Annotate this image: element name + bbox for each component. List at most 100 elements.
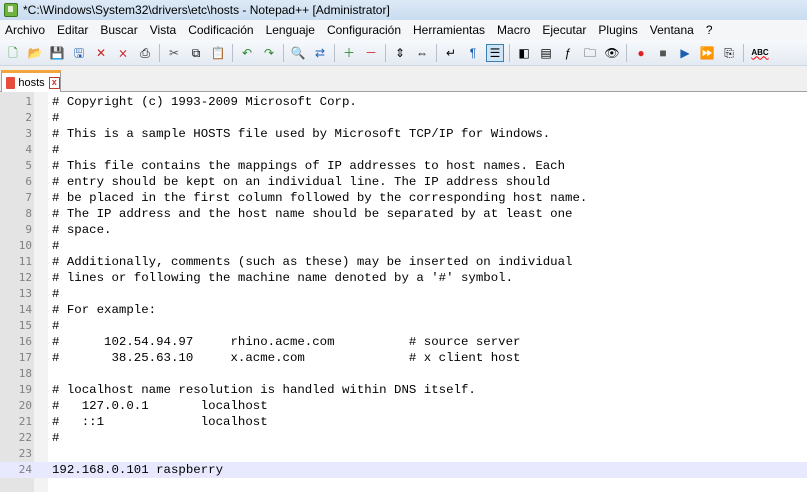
menu-codificación[interactable]: Codificación [183, 23, 260, 37]
editor-line[interactable]: 2 # [0, 110, 807, 126]
editor-line[interactable]: 4 # [0, 142, 807, 158]
editor-line[interactable]: 1 # Copyright (c) 1993-2009 Microsoft Cor… [0, 94, 807, 110]
sync-horizontal-icon[interactable]: ⇔ [413, 44, 431, 62]
line-text[interactable]: # [52, 286, 59, 302]
paste-icon[interactable]: 📋 [209, 44, 227, 62]
new-file-icon[interactable]: 🗋 [4, 44, 22, 62]
line-text[interactable]: # Copyright (c) 1993-2009 Microsoft Corp… [52, 94, 357, 110]
editor-line[interactable]: 22 # [0, 430, 807, 446]
notepadpp-app-icon[interactable] [4, 3, 18, 17]
save-icon[interactable]: 💾 [48, 44, 66, 62]
line-text[interactable]: # space. [52, 222, 112, 238]
line-text[interactable]: # localhost name resolution is handled w… [52, 382, 476, 398]
editor-line[interactable]: 9 # space. [0, 222, 807, 238]
zoom-in-icon[interactable]: ＋ [340, 44, 358, 62]
line-text[interactable]: # be placed in the first column followed… [52, 190, 587, 206]
editor-line[interactable]: 7 # be placed in the first column followe… [0, 190, 807, 206]
undo-icon[interactable]: ↶ [238, 44, 256, 62]
toolbar-separator [232, 43, 233, 62]
function-list-icon[interactable]: ƒ [559, 44, 577, 62]
menu-vista[interactable]: Vista [145, 23, 183, 37]
line-number: 9 [25, 223, 32, 236]
menu-buscar[interactable]: Buscar [95, 23, 144, 37]
copy-icon[interactable]: ⧉ [187, 44, 205, 62]
spellcheck-icon[interactable]: ABC [749, 44, 771, 62]
doc-map-icon[interactable]: ▤ [537, 44, 555, 62]
editor-line[interactable]: 18 [0, 366, 807, 382]
menu-editar[interactable]: Editar [52, 23, 95, 37]
monitoring-icon[interactable]: 👁 [603, 44, 621, 62]
editor-line[interactable]: 14 # For example: [0, 302, 807, 318]
user-defined-language-icon[interactable]: ◧ [515, 44, 533, 62]
print-icon[interactable]: ⎙ [136, 44, 154, 62]
menu-ventana[interactable]: Ventana [645, 23, 701, 37]
line-text[interactable]: # entry should be kept on an individual … [52, 174, 550, 190]
line-text[interactable]: # lines or following the machine name de… [52, 270, 513, 286]
line-text[interactable]: # [52, 110, 59, 126]
line-text[interactable]: 192.168.0.101 raspberry [52, 462, 223, 478]
editor-line[interactable]: 3 # This is a sample HOSTS file used by M… [0, 126, 807, 142]
save-macro-icon[interactable]: ⎘ [720, 44, 738, 62]
editor-line[interactable]: 19 # localhost name resolution is handled… [0, 382, 807, 398]
save-all-icon[interactable]: 🖫 [70, 44, 88, 62]
record-macro-icon[interactable]: ● [632, 44, 650, 62]
redo-icon[interactable]: ↷ [260, 44, 278, 62]
line-text[interactable]: # ::1 localhost [52, 414, 268, 430]
play-multiple-icon[interactable]: ⏩ [698, 44, 716, 62]
find-icon[interactable]: 🔍 [289, 44, 307, 62]
editor-line[interactable]: 24 192.168.0.101 raspberry [0, 462, 807, 478]
line-number: 3 [25, 127, 32, 140]
editor-line[interactable]: 10 # [0, 238, 807, 254]
editor-line[interactable]: 23 [0, 446, 807, 462]
editor-line[interactable]: 20 # 127.0.0.1 localhost [0, 398, 807, 414]
close-icon[interactable]: ✕ [92, 44, 110, 62]
zoom-out-icon[interactable]: － [362, 44, 380, 62]
editor-line[interactable]: 16 # 102.54.94.97 rhino.acme.com # source… [0, 334, 807, 350]
editor-line[interactable]: 12 # lines or following the machine name … [0, 270, 807, 286]
show-all-chars-icon[interactable]: ¶ [464, 44, 482, 62]
editor-line[interactable]: 5 # This file contains the mappings of IP… [0, 158, 807, 174]
line-text[interactable]: # This file contains the mappings of IP … [52, 158, 565, 174]
line-text[interactable]: # [52, 238, 59, 254]
line-text[interactable]: # [52, 142, 59, 158]
line-text[interactable]: # 127.0.0.1 localhost [52, 398, 268, 414]
editor-line[interactable]: 11 # Additionally, comments (such as thes… [0, 254, 807, 270]
line-text[interactable]: # For example: [52, 302, 156, 318]
cut-icon[interactable]: ✂ [165, 44, 183, 62]
line-number: 2 [25, 111, 32, 124]
line-text[interactable]: # 38.25.63.10 x.acme.com # x client host [52, 350, 520, 366]
menu-help[interactable]: ? [701, 23, 720, 37]
menu-herramientas[interactable]: Herramientas [408, 23, 492, 37]
editor-line[interactable]: 13 # [0, 286, 807, 302]
line-text[interactable]: # Additionally, comments (such as these)… [52, 254, 573, 270]
toolbar-separator [626, 43, 627, 62]
editor-line[interactable]: 21 # ::1 localhost [0, 414, 807, 430]
line-text[interactable]: # 102.54.94.97 rhino.acme.com # source s… [52, 334, 520, 350]
line-text[interactable]: # This is a sample HOSTS file used by Mi… [52, 126, 550, 142]
stop-record-icon[interactable]: ■ [654, 44, 672, 62]
replace-icon[interactable]: ⇄ [311, 44, 329, 62]
close-all-icon[interactable]: ⨯ [114, 44, 132, 62]
indent-guide-icon[interactable]: ☰ [486, 43, 504, 62]
editor-line[interactable]: 17 # 38.25.63.10 x.acme.com # x client ho… [0, 350, 807, 366]
menu-ejecutar[interactable]: Ejecutar [537, 23, 593, 37]
editor-line[interactable]: 6 # entry should be kept on an individual… [0, 174, 807, 190]
close-tab-icon[interactable]: x [48, 76, 60, 89]
editor-line[interactable]: 8 # The IP address and the host name shou… [0, 206, 807, 222]
editor-line[interactable]: 15 # [0, 318, 807, 334]
sync-vertical-icon[interactable]: ⇕ [391, 44, 409, 62]
line-text[interactable]: # [52, 430, 59, 446]
menu-configuración[interactable]: Configuración [322, 23, 408, 37]
play-macro-icon[interactable]: ▶ [676, 44, 694, 62]
editor[interactable]: 1 # Copyright (c) 1993-2009 Microsoft Cor… [0, 92, 807, 492]
menu-archivo[interactable]: Archivo [0, 23, 52, 37]
line-text[interactable]: # [52, 318, 59, 334]
open-file-icon[interactable]: 📂 [26, 44, 44, 62]
word-wrap-icon[interactable]: ↵ [442, 44, 460, 62]
menu-plugins[interactable]: Plugins [593, 23, 644, 37]
menu-lenguaje[interactable]: Lenguaje [261, 23, 322, 37]
menu-macro[interactable]: Macro [492, 23, 537, 37]
line-text[interactable]: # The IP address and the host name shoul… [52, 206, 573, 222]
tab-hosts[interactable]: hosts x [1, 70, 61, 92]
folder-workspace-icon[interactable]: 🗀 [581, 44, 599, 62]
